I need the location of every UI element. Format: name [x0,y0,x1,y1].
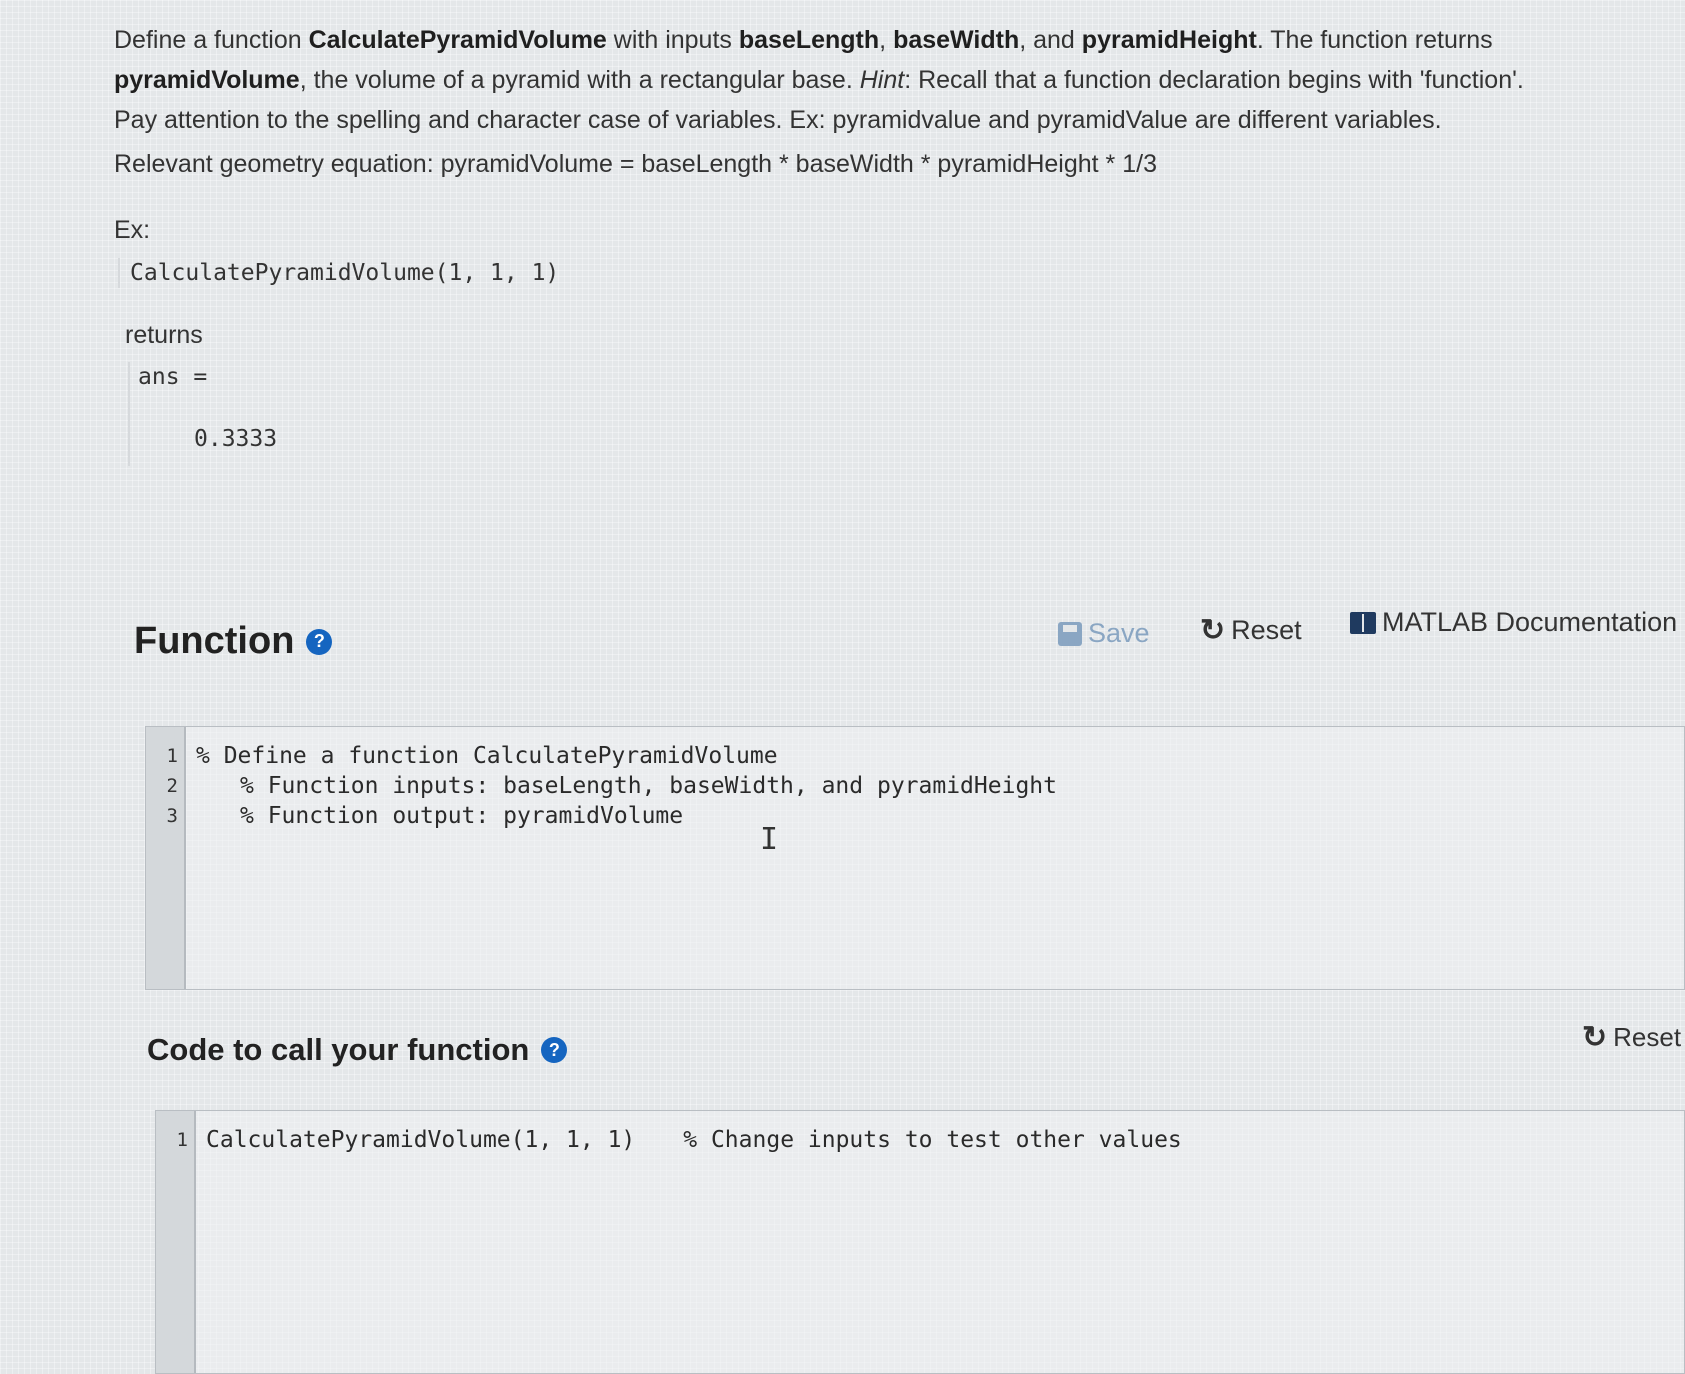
question-circle-icon[interactable]: ? [306,628,333,655]
example-call-code: CalculatePyramidVolume(1, 1, 1) [118,258,569,288]
reset-call-button[interactable]: ↻ Reset [1582,1022,1681,1053]
output-line: ans = [138,364,208,390]
output-value: 0.3333 [194,426,278,452]
line-number: 1 [176,1129,188,1151]
reset-button[interactable]: ↻ Reset [1200,615,1302,646]
function-title-text: Function [134,620,295,662]
line-number: 2 [166,775,178,797]
function-section-title: Function ? [134,620,333,663]
function-code-editor[interactable]: 1 2 3 % Define a function CalculatePyram… [145,726,1685,990]
example-output-code: ans = 0.3333 [128,362,508,466]
code-line[interactable]: % Function inputs: baseLength, baseWidth… [196,771,1674,801]
function-name: CalculatePyramidVolume [308,26,607,54]
code-area[interactable]: CalculatePyramidVolume(1, 1, 1) % Change … [206,1125,1674,1155]
text-cursor-icon: I [760,822,779,857]
problem-text: , the volume of a pyramid with a rectang… [299,66,860,94]
question-circle-icon[interactable]: ? [541,1037,568,1063]
input-name: baseLength [738,26,880,54]
problem-text: Define a function [114,26,309,54]
line-number: 1 [166,745,178,767]
hint-label: Hint [859,66,905,94]
reset-label: Reset [1231,615,1302,645]
geometry-equation: Relevant geometry equation: pyramidVolum… [114,150,1157,178]
code-line[interactable]: CalculatePyramidVolume(1, 1, 1) % Change … [206,1125,1674,1155]
floppy-disk-icon [1058,621,1082,646]
problem-text: . The function returns [1256,26,1493,54]
book-icon [1350,611,1376,634]
call-comment[interactable]: % Change inputs to test other values [683,1127,1182,1153]
problem-statement: Define a function CalculatePyramidVolume… [114,20,1554,140]
input-name: pyramidHeight [1081,26,1257,54]
output-name: pyramidVolume [114,66,300,94]
line-number-gutter: 1 2 3 [146,727,186,989]
problem-text: , [879,26,894,54]
documentation-label: MATLAB Documentation [1382,607,1678,637]
line-number-gutter: 1 [156,1111,196,1373]
call-title-text: Code to call your function [147,1032,530,1067]
code-line[interactable]: % Define a function CalculatePyramidVolu… [196,741,1674,771]
circular-arrow-icon: ↻ [1582,1020,1608,1054]
input-name: baseWidth [893,26,1020,54]
zybooks-challenge-page: Define a function CalculatePyramidVolume… [0,0,1685,1374]
problem-text: with inputs [606,26,739,54]
reset-call-label: Reset [1613,1022,1682,1052]
code-area[interactable]: % Define a function CalculatePyramidVolu… [196,741,1674,831]
example-label: Ex: [114,216,151,244]
problem-text: , and [1019,26,1082,54]
call-section-title: Code to call your function ? [147,1032,568,1068]
save-label: Save [1088,618,1150,648]
call-code-editor[interactable]: 1 CalculatePyramidVolume(1, 1, 1) % Chang… [155,1110,1685,1374]
call-code[interactable]: CalculatePyramidVolume(1, 1, 1) [206,1127,635,1153]
returns-label: returns [125,321,203,349]
code-line[interactable]: % Function output: pyramidVolume [196,801,1674,831]
save-button[interactable]: Save [1058,618,1150,649]
matlab-documentation-link[interactable]: MATLAB Documentation [1350,607,1677,638]
line-number: 3 [166,805,178,827]
circular-arrow-icon: ↻ [1200,613,1226,647]
